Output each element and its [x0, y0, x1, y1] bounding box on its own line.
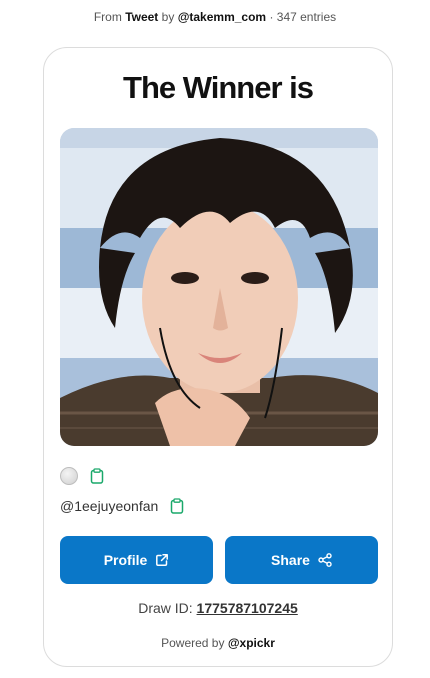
share-icon: [318, 553, 332, 567]
entries-count: · 347 entries: [269, 10, 337, 24]
draw-id-label: Draw ID:: [138, 600, 193, 616]
share-button-label: Share: [271, 552, 310, 568]
by-word: by: [161, 10, 175, 24]
winner-photo: [60, 128, 378, 446]
powered-by: Powered by @xpickr: [44, 636, 392, 650]
powered-prefix: Powered by: [161, 636, 225, 650]
gray-circle-icon: [60, 467, 78, 485]
powered-brand-link[interactable]: @xpickr: [228, 636, 275, 650]
clipboard-icon[interactable]: [90, 468, 104, 484]
winner-card: The Winner is @1eejuyeonfan Profile Shar…: [43, 47, 393, 667]
share-button[interactable]: Share: [225, 536, 378, 584]
username: @1eejuyeonfan: [60, 498, 159, 514]
draw-id: Draw ID: 1775787107245: [44, 600, 392, 616]
page-title: The Winner is: [123, 70, 314, 105]
from-prefix: From: [93, 10, 122, 24]
tweet-link[interactable]: Tweet: [125, 10, 158, 24]
username-row: @1eejuyeonfan: [60, 496, 184, 516]
external-link-icon: [155, 553, 169, 567]
status-row: [60, 466, 104, 486]
author-link[interactable]: @takemm_com: [178, 10, 266, 24]
profile-button[interactable]: Profile: [60, 536, 213, 584]
draw-id-link[interactable]: 1775787107245: [197, 600, 298, 616]
clipboard-icon[interactable]: [170, 498, 184, 514]
profile-button-label: Profile: [103, 552, 148, 568]
source-line: From Tweet by @takemm_com · 347 entries: [0, 10, 430, 24]
